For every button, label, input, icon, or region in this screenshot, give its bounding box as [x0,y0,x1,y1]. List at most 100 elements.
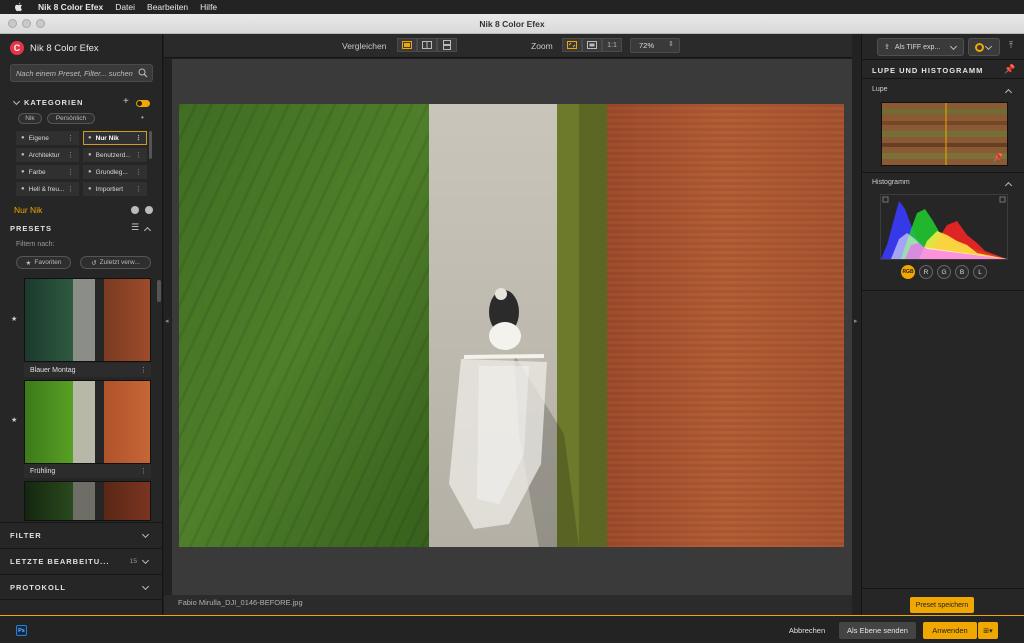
compare-side-button[interactable] [417,38,437,52]
category-importiert[interactable]: ● Importiert ⋮ [83,182,147,196]
channel-r-button[interactable]: R [919,265,933,279]
search-placeholder: Nach einem Preset, Filter... suchen [16,68,133,78]
more-icon[interactable]: ⋮ [135,185,142,193]
tab-nik[interactable]: Nik [18,113,42,124]
categories-title: KATEGORIEN [24,98,84,107]
pin-icon[interactable]: 📌 [1004,64,1015,75]
list-view-icon[interactable]: ☰ [131,222,139,233]
apply-button[interactable]: Anwenden [923,622,977,639]
preset-thumbnail-next[interactable] [24,481,151,521]
preset-thumbnail-blauer-montag[interactable] [24,278,151,362]
channel-l-button[interactable]: L [973,265,987,279]
chevron-up-icon[interactable] [143,226,152,235]
add-category-icon[interactable]: + [123,96,129,107]
send-as-layer-button[interactable]: Als Ebene senden [839,622,916,639]
filter-recent-button[interactable]: ↺ Zuletzt verw... [80,256,151,269]
close-window-button[interactable] [8,19,17,28]
file-name: Fabio Mirulla_DJI_0146-BEFORE.jpg [178,598,303,607]
save-preset-button[interactable]: Preset speichern [910,597,974,613]
cancel-button[interactable]: Abbrechen [782,622,832,639]
more-icon[interactable]: ⋮ [135,134,142,142]
zoom-1to1-button[interactable]: 1:1 [602,38,622,52]
histogram-label: Histogramm [872,179,910,186]
apply-options-button[interactable]: ⊞▾ [978,622,998,639]
category-farbe[interactable]: ● Farbe ⋮ [16,165,79,179]
category-label: Nur Nik [95,134,119,142]
zoom-window-button[interactable] [36,19,45,28]
categories-scrollbar[interactable] [149,131,152,159]
filter-favorites-button[interactable]: ★ Favoriten [16,256,71,269]
divider [862,172,1024,173]
more-icon[interactable]: ⋮ [67,134,74,142]
category-benutzerdefiniert[interactable]: ● Benutzerd... ⋮ [83,148,147,162]
loupe-pin-icon[interactable]: 📌 [993,153,1003,162]
filter-recent-label: Zuletzt verw... [99,259,140,266]
more-icon[interactable]: ⋮ [140,366,147,374]
categories-header[interactable]: KATEGORIEN [12,97,84,107]
channel-b-button[interactable]: B [955,265,969,279]
menu-datei[interactable]: Datei [115,2,135,12]
left-panel-collapse-strip[interactable]: ◂ [164,34,172,615]
category-nur-nik[interactable]: ● Nur Nik ⋮ [83,131,147,145]
presets-scrollbar[interactable] [157,280,161,302]
more-icon[interactable]: ⋮ [67,185,74,193]
more-icon[interactable]: ⋮ [140,467,147,475]
export-label: Als TIFF exp... [894,43,941,51]
channel-l-label: L [978,268,982,276]
apple-icon[interactable] [12,1,24,13]
category-grundlegend[interactable]: ● Grundleg... ⋮ [83,165,147,179]
section-protocol[interactable]: PROTOKOLL [0,574,163,600]
zoom-fill-button[interactable] [582,38,602,52]
histogram-graph [881,196,1007,259]
zoom-fit-button[interactable] [562,38,582,52]
stepper-arrows-icon[interactable]: ⇕ [668,40,674,48]
category-label: Grundleg... [95,168,128,176]
search-icon[interactable] [138,68,148,80]
menu-bearbeiten[interactable]: Bearbeiten [147,2,188,12]
channel-g-button[interactable]: G [937,265,951,279]
minimize-window-button[interactable] [22,19,31,28]
collapse-left-icon[interactable]: ◂ [165,317,169,325]
more-icon[interactable]: ⋮ [67,168,74,176]
export-dropdown[interactable]: ⇪ Als TIFF exp... [877,38,964,56]
section-filter[interactable]: FILTER [0,522,163,548]
histogram-channel-group: RGB R G B L [901,265,987,279]
right-panel-collapse-strip[interactable]: ▸ [852,34,861,615]
nik-logo-icon: C [10,41,24,55]
add-preset-icon[interactable] [131,206,139,214]
collapse-right-icon[interactable]: ▸ [854,317,858,325]
loupe-preview[interactable]: 📌 [881,102,1008,166]
preset-item-fruehling[interactable]: Frühling ⋮ [24,464,151,478]
collapse-top-icon[interactable]: ⤒ [1009,40,1013,51]
divider [862,78,1024,79]
favorite-star-icon[interactable]: ★ [11,416,17,424]
category-hell-freundlich[interactable]: ● Hell & freu... ⋮ [16,182,79,196]
category-eigene[interactable]: ● Eigene ⋮ [16,131,79,145]
menu-app-name[interactable]: Nik 8 Color Efex [38,2,103,12]
more-icon[interactable]: ⋮ [135,151,142,159]
channel-b-label: B [959,268,965,276]
more-icon[interactable]: ⋮ [135,168,142,176]
preview-image[interactable] [179,104,844,547]
compare-stack-button[interactable] [437,38,457,52]
category-toggle[interactable] [136,100,150,107]
photoshop-icon: Ps [16,625,27,636]
menu-hilfe[interactable]: Hilfe [200,2,217,12]
info-icon[interactable] [145,206,153,214]
preset-thumbnail-fruehling[interactable] [24,380,151,464]
more-icon[interactable]: ⋮ [67,151,74,159]
zoom-value-stepper[interactable]: 72% ⇕ [630,38,680,53]
category-label: Architektur [28,151,60,159]
channel-rgb-button[interactable]: RGB [901,265,915,279]
preset-item-blauer-montag[interactable]: Blauer Montag ⋮ [24,363,151,377]
compare-split-button[interactable] [397,38,417,52]
zoom-1to1-label: 1:1 [607,41,617,49]
favorite-star-icon[interactable]: ★ [11,315,17,323]
tab-persoenlich[interactable]: Persönlich [47,113,95,124]
category-architektur[interactable]: ● Architektur ⋮ [16,148,79,162]
section-recent-edits[interactable]: LETZTE BEARBEITU... 15 [0,548,163,574]
settings-dropdown[interactable] [968,38,1000,56]
presets-header[interactable]: PRESETS [10,224,52,233]
more-icon[interactable]: • [141,113,144,122]
search-input[interactable]: Nach einem Preset, Filter... suchen [10,64,153,82]
